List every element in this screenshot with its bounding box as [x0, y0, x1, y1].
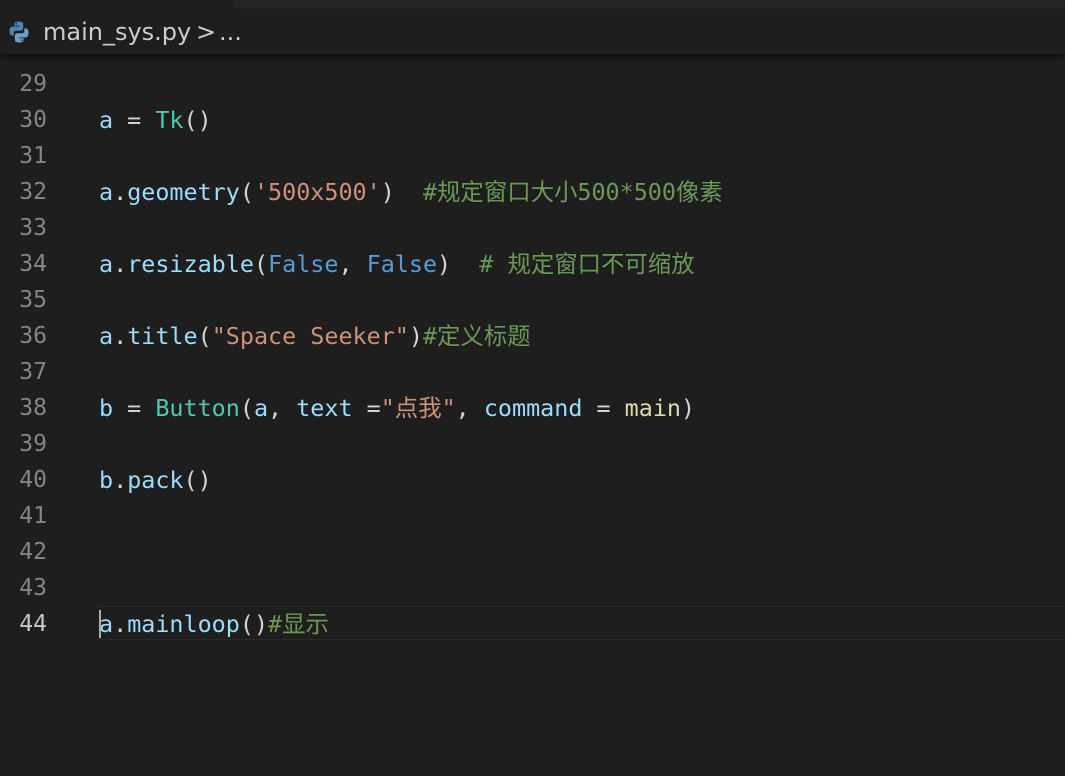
code-token: ( — [239, 178, 254, 206]
code-line[interactable]: 35 — [0, 282, 1065, 318]
line-number: 35 — [19, 287, 47, 313]
code-line[interactable]: 43 — [0, 570, 1065, 606]
code-token: a — [99, 178, 114, 206]
code-token: ( — [253, 250, 269, 278]
code-token: main — [624, 394, 682, 422]
code-token: geometry — [127, 178, 240, 206]
code-token: ) — [380, 178, 423, 206]
code-token: Button — [155, 394, 240, 422]
line-number: 40 — [19, 467, 47, 493]
code-text: a.title("Space Seeker")#定义标题 — [99, 318, 531, 354]
code-token: pack — [127, 466, 184, 494]
code-token: mainloop — [127, 610, 240, 638]
code-line-partial: 28 — [0, 54, 1065, 60]
code-token: '500x500' — [253, 178, 381, 206]
code-token: "点我" — [380, 394, 456, 422]
code-line[interactable]: 38 b = Button(a, text ="点我", command = ma… — [0, 390, 1065, 426]
code-token: False — [268, 250, 339, 278]
code-token: a — [99, 106, 114, 134]
code-line[interactable]: 37 — [0, 354, 1065, 390]
code-text: a.mainloop()#显示 — [99, 606, 329, 642]
code-line[interactable]: 33 — [0, 210, 1065, 246]
code-token: "Space Seeker" — [211, 322, 409, 350]
code-token: , — [455, 394, 484, 422]
line-number: 37 — [19, 359, 47, 385]
code-token: b — [99, 466, 114, 494]
line-number: 44 — [19, 611, 47, 637]
code-token: b — [99, 394, 114, 422]
code-token: , — [338, 250, 367, 278]
code-token: #定义标题 — [422, 322, 531, 350]
code-token: = — [113, 394, 156, 422]
code-line[interactable]: 32 a.geometry('500x500') #规定窗口大小500*500像素 — [0, 174, 1065, 210]
code-line[interactable]: 30 a = Tk() — [0, 102, 1065, 138]
line-number: 30 — [19, 107, 47, 133]
line-number: 33 — [19, 215, 47, 241]
code-line[interactable]: 42 — [0, 534, 1065, 570]
code-token: () — [239, 610, 269, 638]
line-number: 31 — [19, 143, 47, 169]
line-number: 39 — [19, 431, 47, 457]
line-number: 32 — [19, 179, 47, 205]
line-number: 38 — [19, 395, 47, 421]
line-number: 41 — [19, 503, 47, 529]
breadcrumb-file-name[interactable]: main_sys.py — [43, 18, 191, 46]
code-line[interactable]: 36 a.title("Space Seeker")#定义标题 — [0, 318, 1065, 354]
code-text: a.resizable(False, False) # 规定窗口不可缩放 — [99, 246, 695, 282]
code-line[interactable]: 41 — [0, 498, 1065, 534]
code-token: () — [183, 466, 212, 494]
code-token: a — [253, 394, 269, 422]
breadcrumb-symbol-ellipsis[interactable]: ... — [219, 18, 242, 46]
line-number: 42 — [19, 539, 47, 565]
line-number: 28 — [0, 54, 47, 60]
code-token: () — [183, 106, 212, 134]
chevron-right-icon: > — [196, 18, 217, 46]
code-token: False — [366, 250, 438, 278]
code-token: . — [113, 178, 128, 206]
code-text: a = Tk() — [99, 102, 212, 138]
line-number: 36 — [19, 323, 47, 349]
code-token: = — [582, 394, 625, 422]
code-token: ) — [408, 322, 423, 350]
line-number: 43 — [19, 575, 47, 601]
code-token: a — [99, 322, 114, 350]
code-token: text — [296, 394, 353, 422]
code-token: title — [127, 322, 198, 350]
code-token: #规定窗口大小500*500像素 — [422, 178, 723, 206]
code-line[interactable]: 39 — [0, 426, 1065, 462]
text-cursor — [99, 610, 101, 638]
code-token: = — [352, 394, 381, 422]
breadcrumb: main_sys.py > ... — [0, 9, 1065, 54]
code-token: . — [113, 466, 128, 494]
code-line[interactable]: 31 — [0, 138, 1065, 174]
code-token: ) — [437, 250, 480, 278]
code-token: # 规定窗口不可缩放 — [479, 250, 695, 278]
python-file-icon — [9, 21, 29, 43]
line-number: 34 — [19, 251, 47, 277]
code-token: . — [113, 610, 128, 638]
code-token: resizable — [127, 250, 254, 278]
code-editor[interactable]: 28 2930a = Tk()3132a.geometry('500x500')… — [0, 54, 1065, 776]
code-token: ( — [239, 394, 254, 422]
code-line[interactable]: 29 — [0, 66, 1065, 102]
code-token: #显示 — [268, 610, 329, 638]
code-token: a — [99, 250, 114, 278]
code-token: = — [113, 106, 156, 134]
code-line-current[interactable]: 44 a.mainloop()#显示 — [0, 606, 1065, 642]
code-token: , — [268, 394, 297, 422]
code-text: a.geometry('500x500') #规定窗口大小500*500像素 — [99, 174, 723, 210]
tab-bar-remnant — [233, 0, 1065, 9]
code-token: a — [99, 610, 114, 638]
code-token: command — [483, 394, 583, 422]
code-token: ( — [197, 322, 212, 350]
code-token: . — [113, 322, 128, 350]
code-token: Tk — [155, 106, 184, 134]
code-text: b.pack() — [99, 462, 212, 498]
line-number: 29 — [19, 71, 47, 97]
code-text: b = Button(a, text ="点我", command = main… — [99, 390, 695, 426]
code-line[interactable]: 34 a.resizable(False, False) # 规定窗口不可缩放 — [0, 246, 1065, 282]
code-line[interactable]: 40 b.pack() — [0, 462, 1065, 498]
code-token: ) — [681, 394, 696, 422]
code-token: . — [113, 250, 128, 278]
